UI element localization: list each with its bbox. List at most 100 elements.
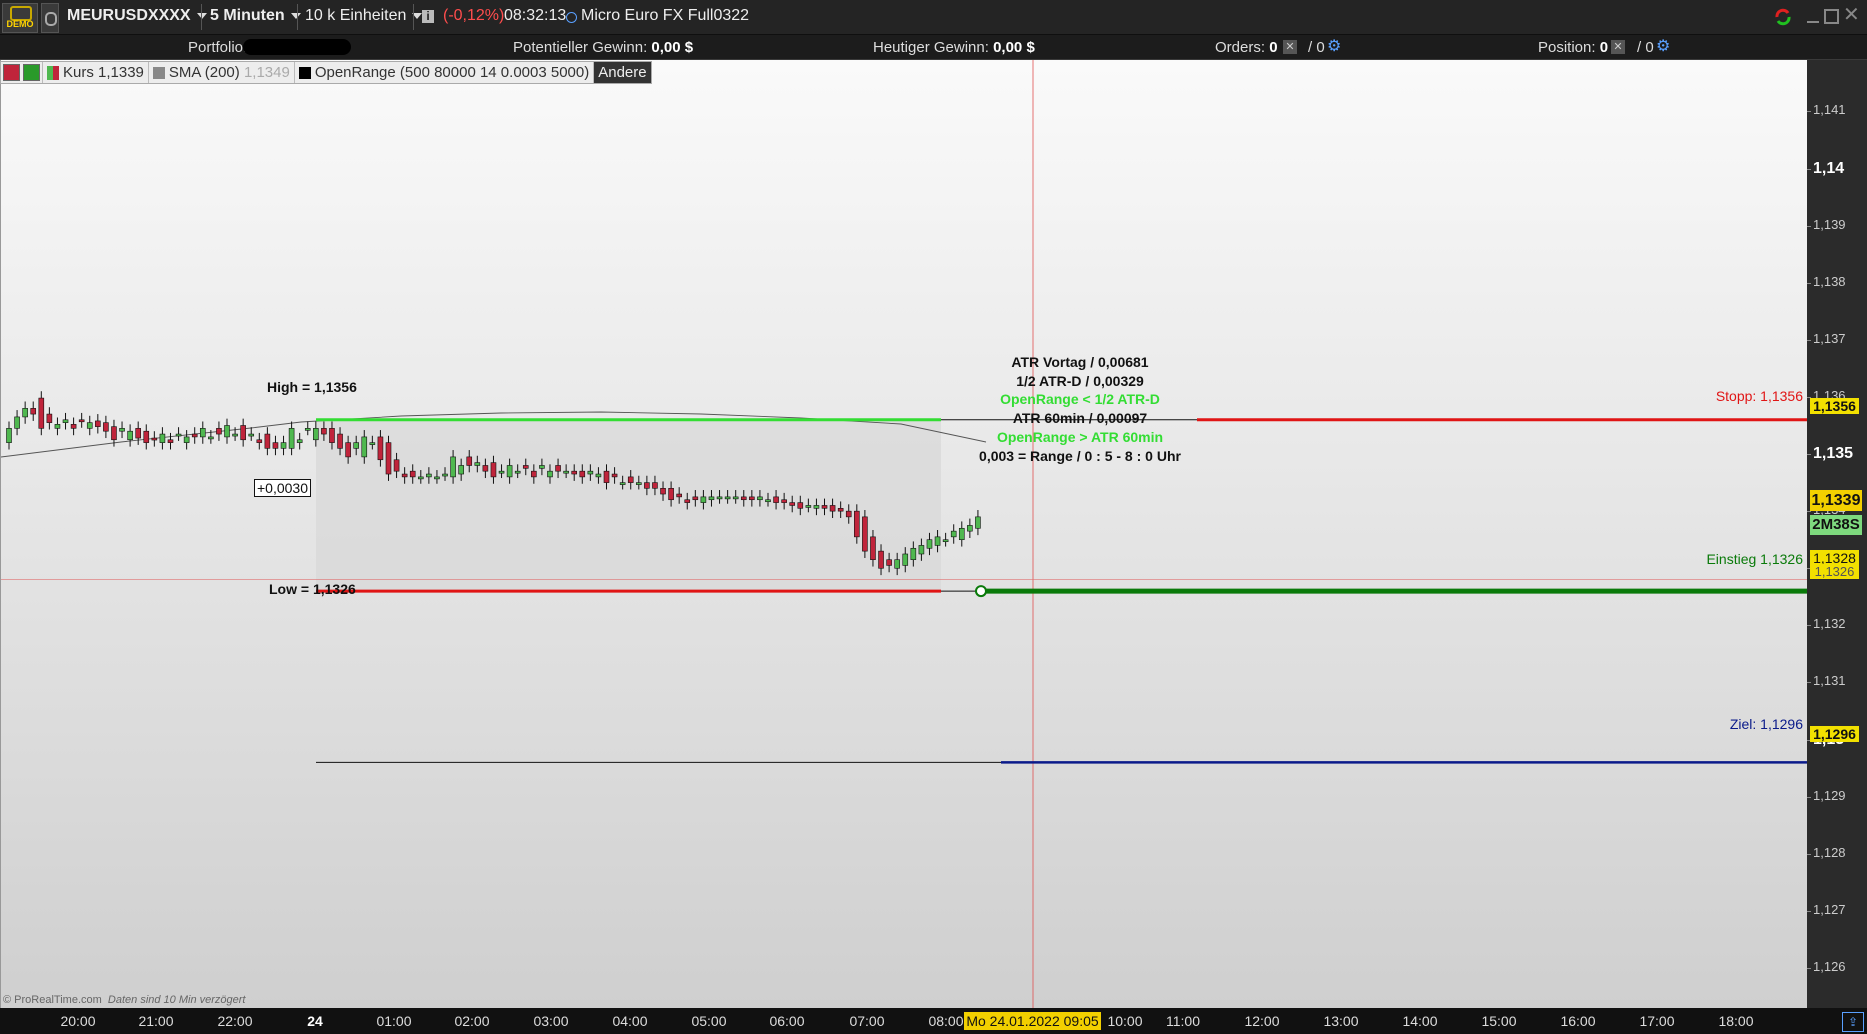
candle-body [724, 496, 731, 500]
candle-body [313, 428, 319, 441]
units-selector[interactable]: 10 k Einheiten [305, 7, 423, 25]
x-tick-label: 20:00 [60, 1013, 96, 1029]
candle-body [902, 553, 909, 566]
legend-other-label: Andere [598, 64, 647, 81]
candle-body [434, 476, 440, 480]
candle-body [442, 473, 448, 477]
y-tick-label: 1,135 [1813, 445, 1854, 463]
price-axis[interactable]: 1,1411,141,1391,1381,1371,1361,1351,1341… [1807, 60, 1867, 1008]
x-tick-label: 07:00 [849, 1013, 885, 1029]
x-tick-label: 11:00 [1166, 1013, 1200, 1029]
legend-other-button[interactable]: Andere [594, 62, 651, 83]
last-price-badge: 1,1339 [1810, 490, 1862, 511]
x-tick-label: 16:00 [1560, 1013, 1596, 1029]
link-button[interactable] [41, 3, 59, 33]
candle-body [490, 462, 497, 478]
position-label: Position: 0 [1538, 39, 1609, 56]
x-tick-label: 22:00 [217, 1013, 253, 1029]
close-chart-icon[interactable] [3, 64, 20, 81]
timeframe-label: 5 Minuten [210, 7, 285, 24]
close-icon[interactable]: ✕ [1843, 5, 1861, 25]
entry-marker [975, 585, 987, 598]
candle-body [393, 459, 400, 472]
gear-icon[interactable]: ⚙ [1327, 39, 1345, 55]
y-tick-label: 1,132 [1813, 616, 1846, 632]
candle-body [450, 456, 456, 478]
candle-body [781, 499, 787, 503]
candle-body [232, 433, 238, 437]
close-position-icon[interactable]: ✕ [1611, 40, 1625, 54]
y-tick-label: 1,128 [1813, 844, 1846, 860]
candle-body [894, 559, 900, 569]
portfolio-field[interactable] [243, 39, 351, 55]
openrange-gt-label: OpenRange > ATR 60min [996, 428, 1164, 445]
atr-vortag-label: ATR Vortag / 0,00681 [1011, 354, 1149, 370]
price-chart[interactable] [0, 60, 1808, 1008]
candle-body [304, 428, 311, 431]
maximize-icon[interactable] [1824, 9, 1839, 24]
legend-buttons [1, 62, 43, 83]
candle-body [845, 510, 852, 518]
candle-body [191, 433, 198, 438]
candle-body [765, 499, 771, 503]
gear-icon[interactable]: ⚙ [1656, 39, 1674, 55]
openrange-color-icon [298, 66, 311, 79]
today-gain-value: 0,00 $ [993, 39, 1035, 56]
y-tick-mark [1807, 339, 1811, 341]
candle-body [563, 470, 569, 474]
scroll-end-icon[interactable]: ⇪ [1842, 1012, 1864, 1032]
candle-body [854, 510, 860, 538]
time-axis[interactable]: 20:00 21:00 22:00 24 01:00 02:00 03:00 04:00 05:… [0, 1008, 1867, 1034]
candle-body [458, 465, 464, 475]
demo-badge[interactable]: DEMO [2, 3, 38, 33]
candle-body [950, 530, 957, 538]
candle-body [426, 473, 432, 478]
cancel-orders-icon[interactable]: ✕ [1283, 40, 1297, 54]
candle-body [740, 496, 747, 501]
symbol-label: MEURUSDXXXX [67, 7, 191, 24]
entry-price-badge: 1,1326 [1810, 564, 1859, 579]
timeframe-selector[interactable]: 5 Minuten [210, 7, 301, 25]
y-tick-mark [1807, 111, 1811, 113]
candle-body [636, 482, 642, 485]
candle-body [878, 550, 884, 569]
candle-color-icon [53, 65, 59, 80]
y-tick-mark [1807, 625, 1811, 627]
candle-body [127, 430, 133, 441]
expand-chart-icon[interactable] [23, 64, 40, 81]
x-tick-label: 18:00 [1718, 1013, 1754, 1029]
status-dot-icon [566, 12, 577, 23]
x-tick-label: 03:00 [533, 1013, 569, 1029]
candle-body [280, 442, 287, 449]
candle-body [143, 430, 150, 443]
candle-body [595, 473, 602, 478]
candle-body [216, 428, 222, 435]
legend-price[interactable]: Kurs 1,1339 [43, 62, 149, 83]
x-tick-label: 14:00 [1402, 1013, 1438, 1029]
units-label: 10 k Einheiten [305, 7, 407, 24]
minimize-icon[interactable] [1806, 9, 1820, 23]
candle-body [837, 508, 844, 512]
candle-body [337, 433, 343, 449]
chart-canvas[interactable] [1, 60, 1808, 1008]
legend-openrange[interactable]: OpenRange (500 80000 14 0.0003 5000) [295, 62, 595, 83]
candle-body [934, 536, 941, 546]
candle-body [619, 482, 626, 485]
candle-body [886, 559, 892, 566]
y-tick-label: 1,139 [1813, 216, 1846, 232]
candle-body [942, 539, 949, 543]
candle-body [62, 419, 69, 423]
y-tick-label: 1,137 [1813, 330, 1846, 346]
legend-sma-value: 1,1349 [243, 64, 290, 81]
candle-body [240, 425, 246, 441]
candle-body [377, 436, 384, 461]
info-icon[interactable]: i [422, 10, 434, 23]
candle-body [603, 470, 610, 483]
candle-body [345, 442, 351, 458]
candle-body [54, 424, 61, 429]
legend-sma[interactable]: SMA (200) 1,1349 [149, 62, 295, 83]
candle-body [159, 433, 166, 443]
symbol-selector[interactable]: MEURUSDXXXX [67, 7, 207, 25]
sync-icon[interactable] [1773, 7, 1793, 27]
candle-body [587, 470, 594, 475]
